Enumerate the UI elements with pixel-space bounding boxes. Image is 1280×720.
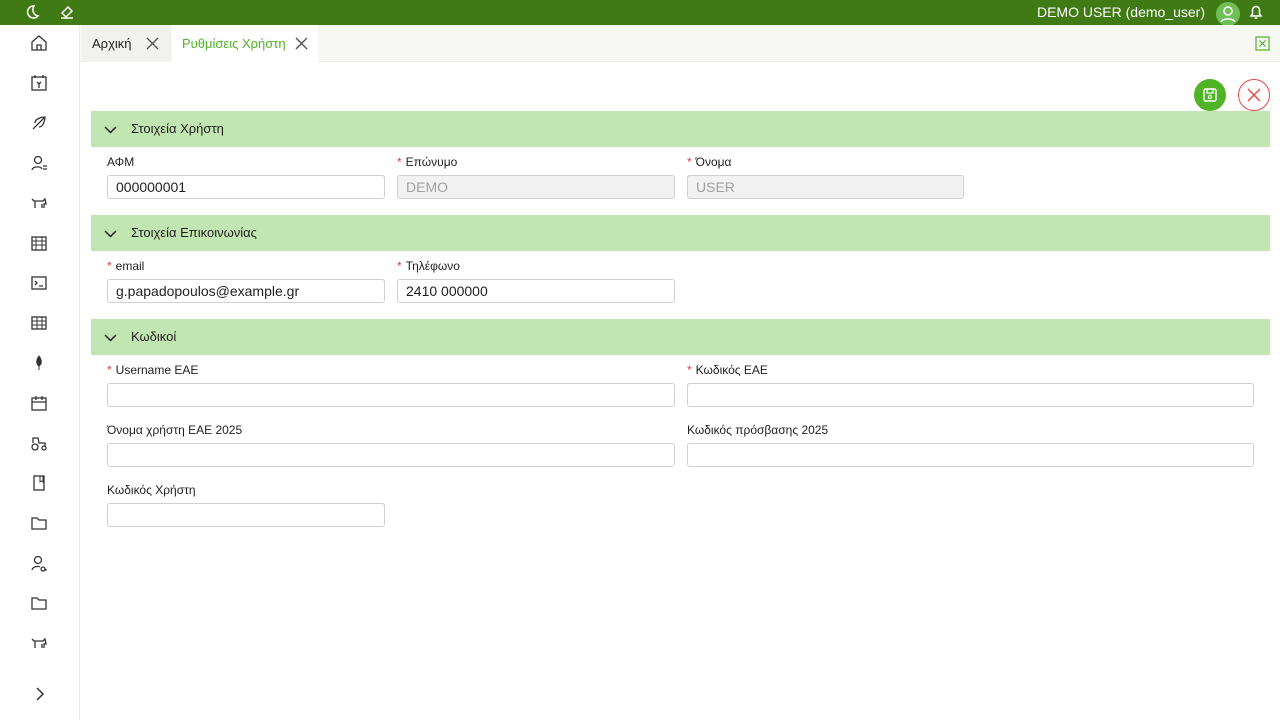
cow-icon[interactable]: [29, 633, 49, 653]
user-code-field[interactable]: [107, 503, 385, 527]
sidebar: [0, 25, 80, 720]
bell-icon[interactable]: [1247, 3, 1265, 21]
home-icon[interactable]: [29, 33, 49, 53]
user-settings-icon[interactable]: [29, 153, 49, 173]
cow-icon[interactable]: [29, 193, 49, 213]
brush-icon[interactable]: [58, 3, 76, 21]
section-title: Στοιχεία Επικοινωνίας: [131, 225, 257, 240]
chevron-down-icon[interactable]: [103, 330, 118, 345]
close-button[interactable]: [1238, 79, 1270, 111]
close-icon[interactable]: [294, 36, 309, 51]
password-2025-field[interactable]: [687, 443, 1254, 467]
user-avatar-icon[interactable]: [1216, 2, 1240, 26]
email-label: * email: [107, 259, 145, 273]
tab-bar: Αρχική Ρυθμίσεις Χρήστη: [80, 25, 1280, 62]
terminal-icon[interactable]: [29, 273, 49, 293]
name-field: USER: [687, 175, 964, 199]
user-label[interactable]: DEMO USER (demo_user): [1037, 4, 1205, 21]
surname-label: * Επώνυμο: [397, 155, 458, 169]
surname-field: DEMO: [397, 175, 675, 199]
top-bar: DEMO USER (demo_user): [0, 0, 1280, 26]
password-2025-label: Κωδικός πρόσβασης 2025: [687, 423, 829, 437]
folder-icon[interactable]: [29, 593, 49, 613]
table-icon[interactable]: [29, 313, 49, 333]
username-eae-2025-label: Όνομα χρήστη ΕΑΕ 2025: [107, 423, 243, 437]
tab-label: Αρχική: [92, 36, 132, 51]
invoice-calendar-icon[interactable]: [29, 73, 49, 93]
tab-label: Ρυθμίσεις Χρήστη: [182, 36, 286, 51]
phone-label: * Τηλέφωνο: [397, 259, 460, 273]
afm-label: ΑΦΜ: [107, 155, 135, 169]
save-button[interactable]: [1194, 79, 1226, 111]
section-contact-details[interactable]: Στοιχεία Επικοινωνίας: [91, 215, 1270, 251]
user-search-icon[interactable]: [29, 553, 49, 573]
close-all-tabs-icon[interactable]: [1255, 36, 1270, 51]
section-codes[interactable]: Κωδικοί: [91, 319, 1270, 355]
tractor-icon[interactable]: [29, 433, 49, 453]
afm-field[interactable]: 000000001: [107, 175, 385, 199]
section-user-details[interactable]: Στοιχεία Χρήστη: [91, 111, 1270, 147]
close-icon: [1247, 88, 1261, 102]
section-title: Στοιχεία Χρήστη: [131, 121, 224, 136]
chevron-down-icon[interactable]: [103, 122, 118, 137]
tab-home[interactable]: Αρχική: [82, 25, 171, 62]
folder-icon[interactable]: [29, 513, 49, 533]
password-eae-field[interactable]: [687, 383, 1254, 407]
warehouse-icon[interactable]: [29, 233, 49, 253]
chevron-right-icon[interactable]: [31, 685, 49, 703]
email-field[interactable]: g.papadopoulos@example.gr: [107, 279, 385, 303]
chevron-down-icon[interactable]: [103, 226, 118, 241]
fertilizer-icon[interactable]: [29, 353, 49, 373]
main-content: Στοιχεία Χρήστη ΑΦΜ 000000001 * Επώνυμο D…: [80, 62, 1280, 720]
close-icon[interactable]: [145, 36, 160, 51]
name-label: * Όνομα: [687, 155, 732, 169]
user-code-label: Κωδικός Χρήστη: [107, 483, 196, 497]
calendar-icon[interactable]: [29, 393, 49, 413]
phone-field[interactable]: 2410 000000: [397, 279, 675, 303]
moon-icon[interactable]: [23, 3, 41, 21]
username-eae-2025-field[interactable]: [107, 443, 675, 467]
tab-user-settings[interactable]: Ρυθμίσεις Χρήστη: [172, 25, 318, 62]
username-eae-label: * Username ΕΑΕ: [107, 363, 199, 377]
password-eae-label: * Κωδικός ΕΑΕ: [687, 363, 768, 377]
save-icon: [1203, 88, 1217, 102]
username-eae-field[interactable]: [107, 383, 675, 407]
section-title: Κωδικοί: [131, 329, 177, 344]
leaf-icon[interactable]: [29, 113, 49, 133]
book-icon[interactable]: [29, 473, 49, 493]
